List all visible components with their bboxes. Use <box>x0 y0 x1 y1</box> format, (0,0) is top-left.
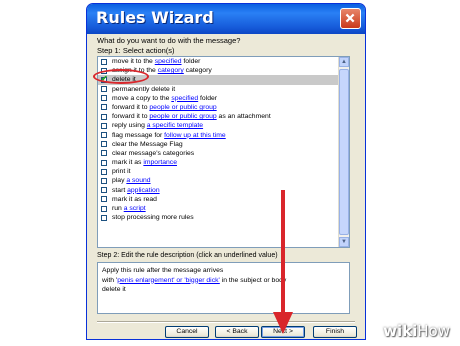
action-text-suffix: category <box>183 67 212 75</box>
keywords-link[interactable]: penis enlargement' or 'bigger dick' <box>117 277 220 284</box>
description-line-1: Apply this rule after the message arrive… <box>102 267 224 274</box>
action-link[interactable]: follow up at this time <box>164 132 226 139</box>
action-link[interactable]: a specific template <box>147 122 203 129</box>
action-link[interactable]: specified <box>155 58 182 65</box>
action-checkbox[interactable] <box>101 132 107 138</box>
finish-button[interactable]: Finish <box>313 326 357 338</box>
action-text: clear message's categories <box>112 149 195 157</box>
highlight-ellipse <box>93 69 149 84</box>
action-text: forward it to <box>112 103 150 111</box>
action-checkbox[interactable] <box>101 141 107 148</box>
action-link[interactable]: a script <box>124 205 146 212</box>
action-checkbox[interactable] <box>101 122 107 129</box>
action-text: reply using <box>112 122 147 130</box>
action-checkbox[interactable] <box>101 159 107 166</box>
action-item[interactable]: clear the Message Flag <box>98 140 338 149</box>
action-text: flag message for <box>112 131 165 139</box>
action-item[interactable]: forward it to people or public group <box>98 103 338 112</box>
action-text: move it to the <box>112 58 155 65</box>
action-text-suffix: folder <box>181 58 201 65</box>
action-item[interactable]: flag message for follow up at this time <box>98 131 338 140</box>
red-down-arrow-icon <box>273 190 293 334</box>
action-checkbox[interactable] <box>101 205 107 212</box>
action-text: play <box>112 177 127 185</box>
action-text: print it <box>112 168 131 176</box>
footer-divider <box>97 321 355 323</box>
action-checkbox[interactable] <box>101 150 107 157</box>
scroll-down-arrow-icon[interactable]: ▼ <box>339 237 349 247</box>
actions-list[interactable]: move it to the specified folder assign it… <box>97 56 350 248</box>
step1-label: Step 1: Select action(s) <box>97 46 175 55</box>
action-checkbox[interactable] <box>101 187 107 194</box>
watermark-wiki: wiki <box>383 322 418 340</box>
actions-rows: move it to the specified folder assign it… <box>98 57 338 247</box>
action-text: mark it as read <box>112 195 157 203</box>
action-checkbox[interactable] <box>101 196 107 203</box>
action-item[interactable]: mark it as read <box>98 195 338 204</box>
action-text: forward it to <box>112 113 150 121</box>
wikihow-watermark: wikiHow <box>383 322 450 340</box>
title-bar[interactable]: Rules Wizard <box>87 4 365 34</box>
action-text: move a copy to the <box>112 94 172 102</box>
action-checkbox[interactable] <box>101 58 107 65</box>
rule-description-box[interactable]: Apply this rule after the message arrive… <box>97 262 350 314</box>
action-item[interactable]: play a sound <box>98 176 338 185</box>
scroll-up-arrow-icon[interactable]: ▲ <box>339 57 349 67</box>
action-text: run <box>112 205 124 212</box>
action-text: stop processing more rules <box>112 214 194 222</box>
action-checkbox[interactable] <box>101 104 107 111</box>
question-label: What do you want to do with the message? <box>97 36 241 45</box>
action-item[interactable]: reply using a specific template <box>98 121 338 130</box>
description-line-2: with 'penis enlargement' or 'bigger dick… <box>102 276 345 286</box>
action-text-suffix: as an attachment <box>216 113 271 121</box>
action-item[interactable]: forward it to people or public group as … <box>98 112 338 121</box>
action-item[interactable]: permanently delete it <box>98 85 338 94</box>
action-checkbox[interactable] <box>101 168 107 175</box>
action-checkbox[interactable] <box>101 95 107 102</box>
action-checkbox[interactable] <box>101 177 107 184</box>
action-item[interactable]: move a copy to the specified folder <box>98 94 338 103</box>
action-link[interactable]: a sound <box>126 177 150 184</box>
rules-wizard-dialog: Rules Wizard What do you want to do with… <box>86 3 366 340</box>
action-item[interactable]: print it <box>98 167 338 176</box>
action-link[interactable]: application <box>127 187 160 194</box>
action-text: start <box>112 186 128 194</box>
action-text: clear the Message Flag <box>112 140 183 148</box>
close-icon <box>345 13 355 23</box>
action-link[interactable]: people or public group <box>149 104 216 111</box>
description-line-3: delete it <box>102 286 126 293</box>
action-item[interactable]: move it to the specified folder <box>98 57 338 66</box>
back-button[interactable]: < Back <box>215 326 259 338</box>
action-text-suffix: folder <box>198 94 218 102</box>
action-text: permanently delete it <box>112 85 176 93</box>
action-text: mark it as <box>112 159 144 167</box>
vertical-scrollbar[interactable]: ▲ ▼ <box>338 57 349 247</box>
action-link[interactable]: importance <box>143 159 177 166</box>
action-link[interactable]: category <box>158 67 184 74</box>
step2-label: Step 2: Edit the rule description (click… <box>97 252 278 259</box>
action-item[interactable]: mark it as importance <box>98 158 338 167</box>
action-item[interactable]: stop processing more rules <box>98 213 338 222</box>
dialog-title: Rules Wizard <box>96 8 214 27</box>
action-link[interactable]: people or public group <box>149 113 216 120</box>
action-item[interactable]: start application <box>98 186 338 195</box>
cancel-button[interactable]: Cancel <box>165 326 209 338</box>
watermark-how: How <box>417 322 450 340</box>
action-checkbox[interactable] <box>101 113 107 120</box>
description-line-2-prefix: with ' <box>102 276 118 284</box>
action-item[interactable]: run a script <box>98 204 338 213</box>
action-checkbox[interactable] <box>101 214 107 221</box>
action-checkbox[interactable] <box>101 86 107 93</box>
action-link[interactable]: specified <box>171 95 198 102</box>
scroll-thumb[interactable] <box>339 69 349 235</box>
close-button[interactable] <box>340 8 361 29</box>
action-item[interactable]: clear message's categories <box>98 149 338 158</box>
